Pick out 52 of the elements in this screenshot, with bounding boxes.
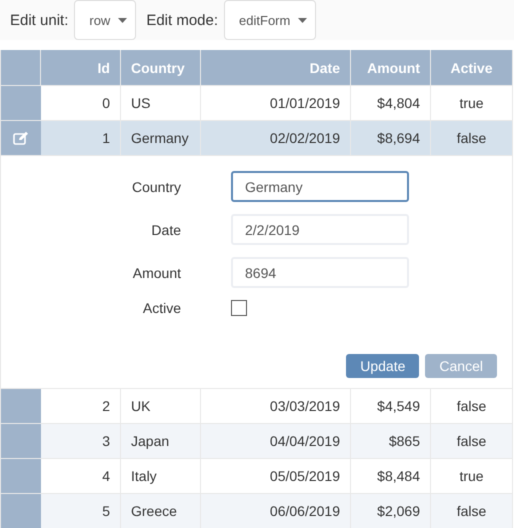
field-label: Date	[150, 222, 181, 238]
table-cell: 5	[41, 493, 121, 528]
input-field[interactable]: 2/2/2019	[231, 214, 409, 245]
checkbox[interactable]	[231, 300, 247, 316]
input-field[interactable]: 8694	[231, 257, 409, 288]
table-cell: $2,069	[351, 493, 431, 528]
caret-icon	[118, 18, 128, 22]
table-cell: false	[431, 388, 513, 423]
table-cell: 02/02/2019	[201, 120, 351, 155]
table-cell: 06/06/2019	[201, 493, 351, 528]
table-cell: Japan	[121, 423, 201, 458]
table-cell: Greece	[121, 493, 201, 528]
table-cell: $8,484	[351, 458, 431, 493]
edit-icon	[13, 131, 29, 145]
table-cell: false	[431, 423, 513, 458]
field-label: Country	[130, 178, 181, 194]
update-button[interactable]: Update	[346, 354, 420, 378]
input-field[interactable]: Germany	[231, 171, 409, 202]
caret-icon	[298, 18, 308, 22]
table-cell: false	[431, 493, 513, 528]
table-cell: Italy	[121, 458, 201, 493]
dropdown[interactable]: editForm	[224, 0, 316, 40]
table-cell: $4,549	[351, 388, 431, 423]
field-label: Amount	[132, 264, 181, 280]
column-header[interactable]: Date	[201, 50, 351, 85]
table-cell: US	[121, 85, 201, 120]
table-cell: $865	[351, 423, 431, 458]
column-header[interactable]: Active	[431, 50, 513, 85]
column-header[interactable]: Amount	[351, 50, 431, 85]
table-cell: 4	[41, 458, 121, 493]
table-cell: true	[431, 458, 513, 493]
table-cell: true	[431, 85, 513, 120]
table-cell: Germany	[121, 120, 201, 155]
cancel-button[interactable]: Cancel	[425, 354, 497, 378]
table-cell: $8,694	[351, 120, 431, 155]
column-header[interactable]: Country	[121, 50, 201, 85]
field-label: Active	[142, 300, 181, 316]
column-header[interactable]: Id	[41, 50, 121, 85]
table-cell: 0	[41, 85, 121, 120]
table-cell: UK	[121, 388, 201, 423]
table-cell: 05/05/2019	[201, 458, 351, 493]
table-cell: 1	[41, 120, 121, 155]
table-cell: false	[431, 120, 513, 155]
table-cell: 01/01/2019	[201, 85, 351, 120]
table-cell: 3	[41, 423, 121, 458]
table-cell: 04/04/2019	[201, 423, 351, 458]
table-cell: 2	[41, 388, 121, 423]
table-cell: 03/03/2019	[201, 388, 351, 423]
table-cell: $4,804	[351, 85, 431, 120]
dropdown[interactable]: row	[74, 0, 136, 40]
toolbar-label: Edit unit:	[10, 12, 68, 28]
toolbar-label: Edit mode:	[146, 12, 218, 28]
